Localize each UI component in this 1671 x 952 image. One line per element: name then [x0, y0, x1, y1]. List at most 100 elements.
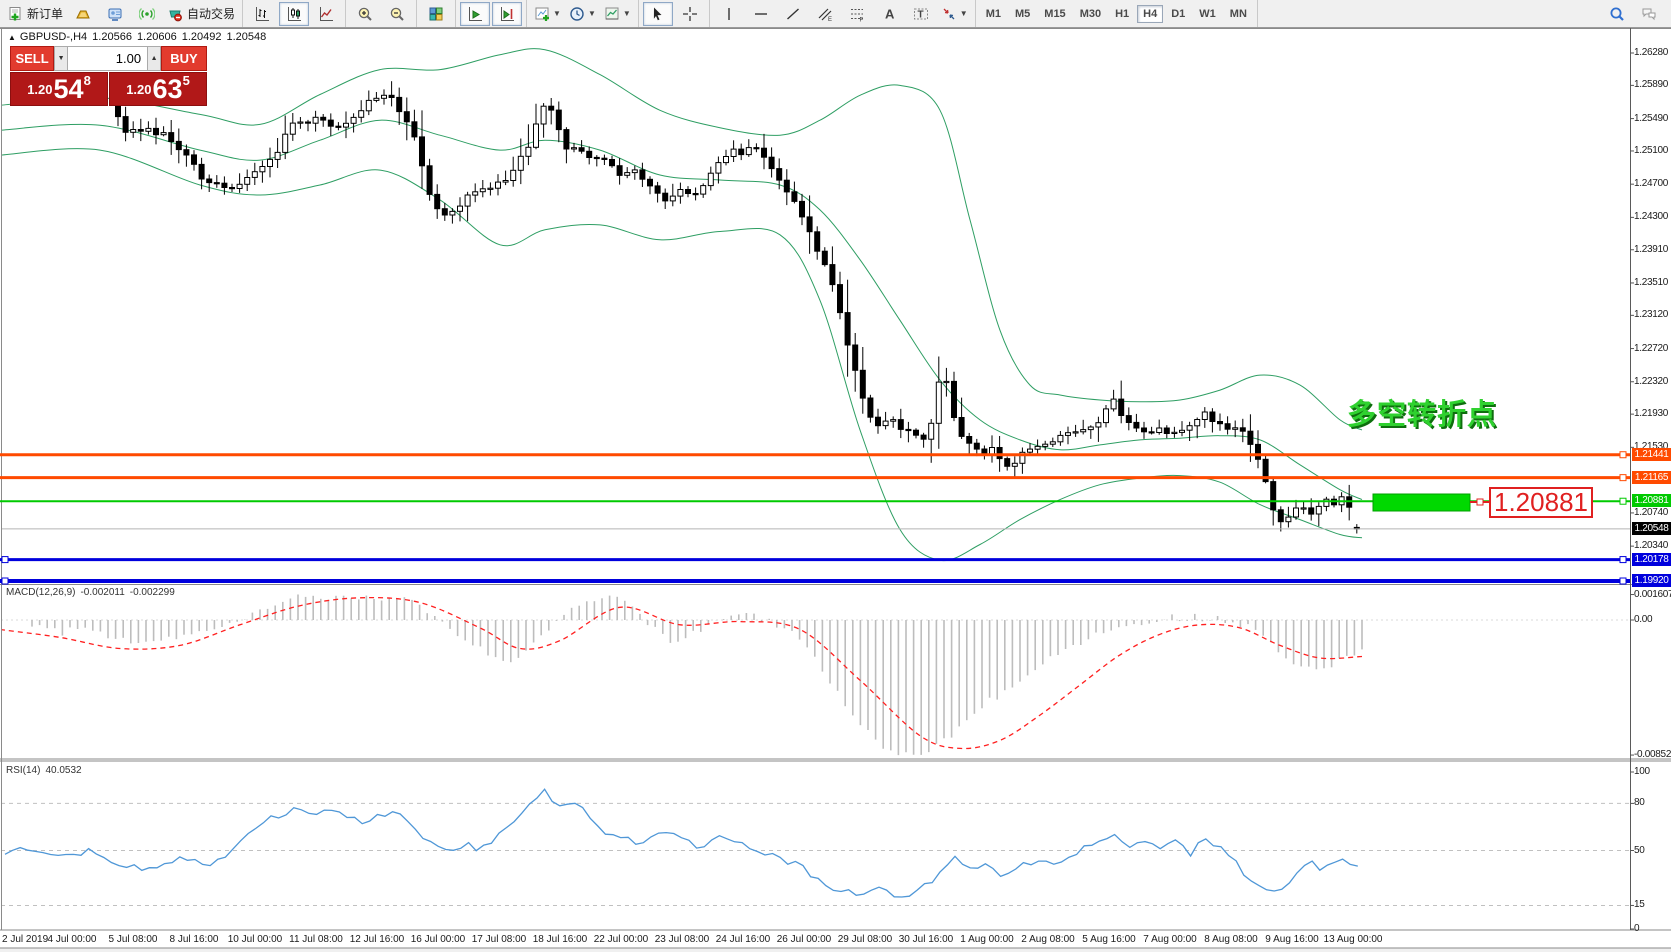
cursor-button[interactable] — [643, 2, 673, 26]
timeframe-mn-button[interactable]: MN — [1224, 5, 1253, 23]
buy-button[interactable]: BUY — [161, 46, 207, 71]
timeframe-m30-button[interactable]: M30 — [1074, 5, 1107, 23]
dropdown-caret-icon[interactable]: ▼ — [553, 9, 561, 18]
chart-text-annotation[interactable]: 多空转折点 — [1347, 391, 1497, 433]
new-order-button[interactable]: 新订单 — [4, 2, 66, 26]
candle-body — [526, 147, 531, 156]
candle-body — [556, 110, 561, 130]
timeframe-m5-button[interactable]: M5 — [1009, 5, 1036, 23]
main-plot — [0, 49, 1630, 561]
timeframe-m15-button[interactable]: M15 — [1038, 5, 1071, 23]
buy-price-sup: 5 — [183, 74, 190, 87]
volume-decrease-button[interactable]: ▼ — [54, 46, 68, 71]
timeframe-h1-button[interactable]: H1 — [1109, 5, 1135, 23]
timeframe-d1-button[interactable]: D1 — [1165, 5, 1191, 23]
line-handle[interactable] — [2, 557, 8, 563]
vertical-line-button[interactable] — [714, 2, 744, 26]
chart-shift-icon — [499, 6, 515, 22]
candle-body — [427, 166, 432, 195]
candle-body — [990, 448, 995, 455]
line-handle[interactable] — [1620, 498, 1626, 504]
horizontal-line-button[interactable] — [746, 2, 776, 26]
collapse-panel-icon[interactable]: ▲ — [8, 33, 16, 42]
line-handle[interactable] — [2, 578, 8, 584]
volume-input[interactable] — [68, 46, 147, 71]
candle-body — [1218, 422, 1223, 424]
candle-body — [435, 194, 440, 208]
candle-body — [260, 167, 265, 172]
price-line-badge: 1.20178 — [1632, 553, 1671, 566]
candle-body — [488, 188, 493, 189]
buy-price-big: 63 — [153, 76, 183, 103]
line-handle[interactable] — [1620, 557, 1626, 563]
line-handle[interactable] — [1620, 475, 1626, 481]
candle-body — [1195, 420, 1200, 426]
timeframe-m1-button[interactable]: M1 — [980, 5, 1007, 23]
dropdown-caret-icon[interactable]: ▼ — [960, 9, 968, 18]
candle-body — [1096, 423, 1101, 427]
zoom-out-button[interactable] — [382, 2, 412, 26]
indicators-button[interactable]: ▼ — [531, 2, 564, 26]
zoom-in-button[interactable] — [350, 2, 380, 26]
chat-button[interactable] — [1634, 2, 1664, 26]
candle-body — [503, 181, 508, 183]
timeframe-h4-button[interactable]: H4 — [1137, 5, 1163, 23]
zoom-in-icon — [357, 6, 373, 22]
crosshair-button[interactable] — [675, 2, 705, 26]
line-handle[interactable] — [1620, 578, 1626, 584]
equidistant-channel-button[interactable]: E — [810, 2, 840, 26]
candle-body — [138, 130, 143, 132]
candle-body — [268, 159, 273, 166]
buy-price-tile[interactable]: 1.20635 — [109, 72, 207, 106]
candle-body — [967, 437, 972, 444]
search-button[interactable] — [1602, 2, 1632, 26]
candle-body — [678, 190, 683, 197]
signal-button[interactable] — [132, 2, 162, 26]
market-watch-button[interactable] — [68, 2, 98, 26]
chart-shift-button[interactable] — [492, 2, 522, 26]
candle-body — [754, 148, 759, 149]
templates-button[interactable]: ▼ — [601, 2, 634, 26]
dropdown-caret-icon[interactable]: ▼ — [623, 9, 631, 18]
line-chart-mode-button[interactable] — [311, 2, 341, 26]
candle-body — [1012, 463, 1017, 466]
candle-body — [397, 97, 402, 111]
arrows-button[interactable]: ▼ — [938, 2, 971, 26]
price-flag-label[interactable]: 1.20881 — [1489, 487, 1593, 518]
dropdown-caret-icon[interactable]: ▼ — [588, 9, 596, 18]
candle-body — [321, 117, 326, 120]
candle-body — [625, 173, 630, 176]
fibonacci-button[interactable]: F — [842, 2, 872, 26]
candle-body — [1286, 517, 1291, 522]
candle-body — [860, 370, 865, 398]
price-axis-tick: 1.21930 — [1634, 408, 1671, 420]
price-axis-tick: 1.20740 — [1634, 507, 1671, 519]
market-watch-icon — [75, 6, 91, 22]
auto-trading-button[interactable]: 自动交易 — [164, 2, 238, 26]
candlestick-mode-button[interactable] — [279, 2, 309, 26]
toolbar-group — [346, 0, 417, 27]
text-button[interactable]: A — [874, 2, 904, 26]
highlight-rectangle[interactable] — [1373, 494, 1470, 511]
auto-scroll-button[interactable] — [460, 2, 490, 26]
candle-body — [632, 170, 637, 173]
price-chart[interactable] — [0, 0, 1671, 952]
candle-body — [693, 194, 698, 195]
periods-button[interactable]: ▼ — [566, 2, 599, 26]
sell-price-tile[interactable]: 1.20548 — [10, 72, 108, 106]
text-label-button[interactable]: T — [906, 2, 936, 26]
new-order-label: 新订单 — [27, 5, 63, 22]
sell-button[interactable]: SELL — [10, 46, 54, 71]
data-window-button[interactable] — [100, 2, 130, 26]
candle-body — [245, 178, 250, 185]
toolbar-group — [639, 0, 710, 27]
line-handle[interactable] — [1620, 452, 1626, 458]
trendline-button[interactable] — [778, 2, 808, 26]
bar-chart-mode-button[interactable] — [247, 2, 277, 26]
price-axis-tick: 1.24300 — [1634, 211, 1671, 223]
tile-windows-button[interactable] — [421, 2, 451, 26]
timeframe-w1-button[interactable]: W1 — [1193, 5, 1222, 23]
volume-increase-button[interactable]: ▲ — [147, 46, 161, 71]
templates-icon — [604, 6, 620, 22]
flag-handle[interactable] — [1477, 499, 1483, 505]
